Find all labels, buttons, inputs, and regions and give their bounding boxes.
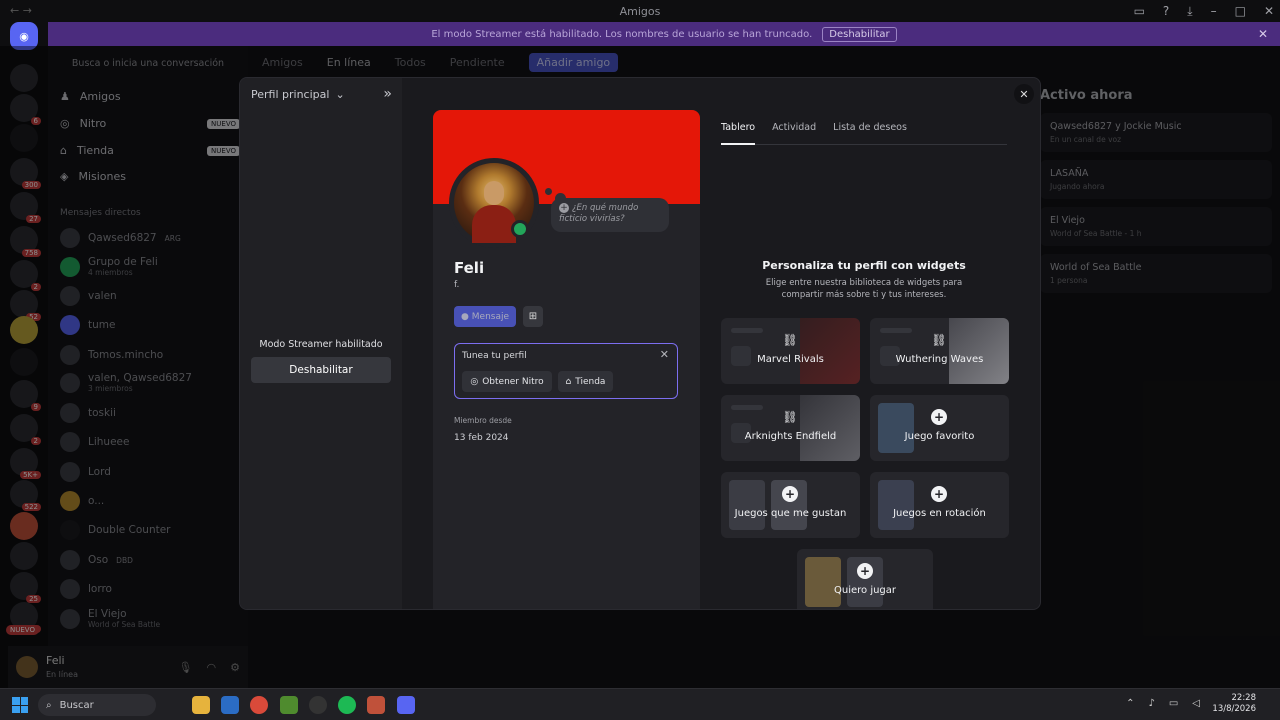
widget-games-rotation[interactable]: + Juegos en rotación <box>870 472 1009 538</box>
profile-tabs: Tablero Actividad Lista de deseos <box>721 122 1007 145</box>
app-icon[interactable] <box>367 696 385 714</box>
gift-button[interactable]: ⊞ <box>523 306 543 327</box>
widget-label: Marvel Rivals <box>757 354 824 365</box>
file-explorer-icon[interactable] <box>192 696 210 714</box>
help-icon[interactable]: ? <box>1163 0 1169 22</box>
widget-label: Arknights Endfield <box>744 431 837 442</box>
streamer-banner-text: El modo Streamer está habilitado. Los no… <box>431 28 813 40</box>
widget-label: Juego favorito <box>904 431 975 442</box>
display-name: Feli <box>454 259 485 277</box>
widget-label: Juegos en rotación <box>893 508 986 519</box>
shop-button[interactable]: ⌂ Tienda <box>558 371 613 392</box>
modal-close-button[interactable]: ✕ <box>1014 84 1034 104</box>
member-since-label: Miembro desde <box>454 416 512 425</box>
banner-disable-button[interactable]: Deshabilitar <box>822 26 897 42</box>
close-icon[interactable]: ✕ <box>660 348 669 361</box>
taskbar-search[interactable]: ⌕ Buscar <box>38 694 156 716</box>
disable-streamer-button[interactable]: Deshabilitar <box>251 357 391 383</box>
discord-taskbar-icon[interactable] <box>397 696 415 714</box>
shop-label: Tienda <box>575 376 606 387</box>
widget-marvel-rivals[interactable]: ⛓ Marvel Rivals <box>721 318 860 384</box>
link-icon: ⛓ <box>931 333 947 347</box>
widgets-description: Elige entre nuestra biblioteca de widget… <box>765 278 963 300</box>
shop-icon: ⌂ <box>565 376 572 387</box>
message-label: Mensaje <box>471 311 510 322</box>
modal-left-panel: Perfil principal ⌄ » Modo Streamer habili… <box>240 78 402 609</box>
plus-icon: + <box>559 203 569 213</box>
inbox-icon[interactable]: ▭ <box>1134 0 1145 22</box>
widget-favorite-game[interactable]: + Juego favorito <box>870 395 1009 461</box>
link-icon: ⛓ <box>782 410 798 424</box>
status-bubble-text: ¿En qué mundo ficticio vivirías? <box>559 203 639 224</box>
tab-dashboard[interactable]: Tablero <box>721 122 756 145</box>
chrome-icon[interactable] <box>250 696 268 714</box>
tab-activity[interactable]: Actividad <box>772 122 816 144</box>
chevron-up-icon[interactable]: ⌃ <box>1126 698 1134 709</box>
plus-icon: + <box>782 486 798 502</box>
close-window-button[interactable]: ✕ <box>1264 0 1274 22</box>
tune-title: Tunea tu perfil <box>462 351 527 361</box>
plus-icon: + <box>931 486 947 502</box>
username: f. <box>454 280 460 290</box>
maximize-button[interactable]: □ <box>1235 0 1246 22</box>
tune-profile-box: Tunea tu perfil ✕ ◎ Obtener Nitro ⌂ Tienda <box>454 343 678 399</box>
widgets-title: Personaliza tu perfil con widgets <box>762 259 966 272</box>
app-icon[interactable] <box>309 696 327 714</box>
chevron-down-icon: ⌄ <box>335 88 345 101</box>
mic-icon[interactable]: ♪ <box>1148 698 1154 709</box>
widget-label: Quiero jugar <box>833 585 897 596</box>
profile-card: + ¿En qué mundo ficticio vivirías? Feli f… <box>433 110 700 609</box>
spotify-icon[interactable] <box>338 696 356 714</box>
back-forward-icon[interactable]: ← → <box>10 0 32 22</box>
online-status-icon <box>511 220 529 238</box>
collapse-icon[interactable]: » <box>383 86 392 102</box>
message-button[interactable]: ● Mensaje <box>454 306 516 327</box>
profile-selector-label: Perfil principal <box>251 88 330 101</box>
widget-games-i-like[interactable]: + Juegos que me gustan <box>721 472 860 538</box>
bubble-dot <box>545 188 552 195</box>
plus-icon: + <box>931 409 947 425</box>
search-icon: ⌕ <box>46 699 52 711</box>
minimize-button[interactable]: – <box>1211 0 1217 22</box>
window-title: Amigos <box>619 4 661 18</box>
store-icon[interactable] <box>221 696 239 714</box>
minecraft-icon[interactable] <box>280 696 298 714</box>
nitro-label: Obtener Nitro <box>482 376 544 387</box>
system-tray: ⌃ ♪ ▭ ◁ <box>1126 698 1200 709</box>
status-bubble[interactable]: + ¿En qué mundo ficticio vivirías? <box>551 198 669 232</box>
clock[interactable]: 22:28 13/8/2026 <box>1212 693 1256 715</box>
widget-label: Juegos que me gustan <box>734 508 847 519</box>
windows-taskbar: ⌕ Buscar ⌃ ♪ ▭ ◁ 22:28 13/8/2026 <box>0 688 1280 720</box>
chat-bubble-icon: ● <box>460 311 469 322</box>
link-icon: ⛓ <box>782 333 798 347</box>
taskbar-search-label: Buscar <box>59 699 94 711</box>
plus-icon: + <box>857 563 873 579</box>
streamer-mode-message: Modo Streamer habilitado <box>259 339 383 350</box>
windows-start-icon[interactable] <box>12 697 28 713</box>
streamer-mode-banner: El modo Streamer está habilitado. Los no… <box>48 22 1280 46</box>
download-icon[interactable]: ⤓ <box>1187 0 1192 22</box>
volume-icon[interactable]: ◁ <box>1192 698 1200 709</box>
widget-wuthering-waves[interactable]: ⛓ Wuthering Waves <box>870 318 1009 384</box>
title-bar: ← → Amigos ▭ ? ⤓ – □ ✕ <box>0 0 1280 22</box>
discord-window: ← → Amigos ▭ ? ⤓ – □ ✕ El modo Streamer … <box>0 0 1280 688</box>
clock-time: 22:28 <box>1231 693 1257 703</box>
clock-date: 13/8/2026 <box>1212 704 1256 714</box>
gift-icon: ⊞ <box>528 311 538 322</box>
member-since-date: 13 feb 2024 <box>454 433 509 443</box>
tab-wishlist[interactable]: Lista de deseos <box>833 122 907 144</box>
widget-arknights-endfield[interactable]: ⛓ Arknights Endfield <box>721 395 860 461</box>
profile-selector[interactable]: Perfil principal ⌄ <box>251 88 345 101</box>
profile-editor-modal: Perfil principal ⌄ » Modo Streamer habili… <box>239 77 1041 610</box>
network-icon[interactable]: ▭ <box>1169 698 1178 709</box>
get-nitro-button[interactable]: ◎ Obtener Nitro <box>462 371 552 392</box>
widget-want-to-play[interactable]: + Quiero jugar <box>797 549 933 609</box>
nitro-icon: ◎ <box>470 376 479 387</box>
banner-close-icon[interactable]: ✕ <box>1258 27 1268 41</box>
widget-label: Wuthering Waves <box>895 354 984 365</box>
